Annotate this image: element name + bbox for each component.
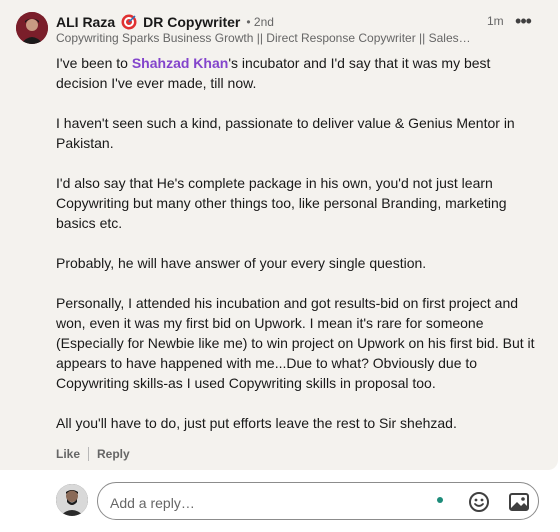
author-name[interactable]: ALI Raza [56,14,115,30]
comment-paragraph: All you'll have to do, just put efforts … [56,415,457,431]
comment-paragraph: I've been to Shahzad Khan's incubator an… [56,53,544,93]
author-name-row[interactable]: ALI Raza DR Copywriter • 2nd [56,12,274,32]
comment-paragraph: Personally, I attended his incubation an… [56,295,535,391]
more-options-button[interactable]: ••• [511,9,535,33]
reply-button[interactable]: Reply [97,447,130,461]
ellipsis-icon: ••• [515,10,532,31]
like-button[interactable]: Like [56,447,80,461]
emoji-icon[interactable] [468,491,490,513]
action-divider [88,447,90,461]
reply-comment-card: ALI Raza DR Copywriter • 2nd Copywriting… [0,0,558,470]
status-dot-icon [437,497,443,503]
text-segment: I've been to [56,55,132,71]
reply-input-box[interactable] [97,482,539,520]
image-icon[interactable] [508,491,530,513]
mention-link[interactable]: Shahzad Khan [132,55,228,71]
comment-paragraph: Probably, he will have answer of your ev… [56,255,427,271]
current-user-avatar [56,484,88,516]
reply-input[interactable] [108,492,432,514]
comment-paragraph: I haven't seen such a kind, passionate t… [56,115,515,151]
comment-actions: Like Reply [56,445,130,463]
comment-paragraph: I'd also say that He's complete package … [56,175,507,231]
author-avatar[interactable] [16,12,48,44]
dart-target-icon [121,14,137,30]
author-headline: Copywriting Sparks Business Growth || Di… [56,31,471,45]
connection-degree: • 2nd [246,15,274,29]
author-suffix[interactable]: DR Copywriter [143,14,240,30]
comment-body: I've been to Shahzad Khan's incubator an… [56,53,544,453]
comment-time: 1m [487,14,504,28]
